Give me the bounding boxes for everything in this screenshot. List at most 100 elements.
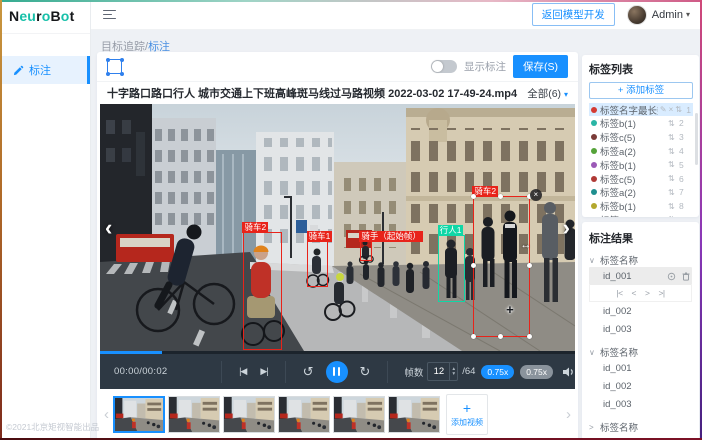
result-group-header[interactable]: > 标签名称 [589,420,692,434]
trash-icon[interactable] [682,272,690,281]
app-logo: NeuroBot [0,0,90,34]
add-tag-button[interactable]: + 添加标签 [589,82,693,99]
annotation-box[interactable]: 骑车2 [243,232,282,351]
add-video-label: 添加视频 [451,417,483,428]
resize-handle[interactable] [527,334,532,339]
delete-annotation-button[interactable]: × [530,189,542,201]
step-down-icon[interactable]: ▾ [450,372,457,377]
result-group-header[interactable]: ∨ 标签名称 [589,345,692,359]
tag-row[interactable]: 标签c(5) ⇅ 9 [589,213,693,217]
thumbs-scroll-left[interactable]: ‹ [100,406,113,423]
video-thumbnail[interactable] [278,396,330,433]
tag-row[interactable]: 标签c(5) ⇅ 6 [589,172,693,185]
collapse-menu-icon[interactable] [103,7,116,21]
frame-number-input[interactable]: 12 ▴▾ [427,362,458,381]
annotation-box[interactable]: 骑车1 [307,241,327,287]
sort-icon[interactable]: ⇅ [668,215,675,217]
sidebar-item-label: 标注 [29,62,51,78]
next-frame-button[interactable]: ▶| [260,366,267,377]
video-thumbnail-selected[interactable] [113,396,165,433]
logo-part: t [70,8,75,24]
user-name[interactable]: Admin [652,9,683,21]
result-group-header[interactable]: ∨ 标签名称 [589,253,692,267]
rewind-button[interactable]: ↺ [303,364,314,380]
show-annotations-toggle[interactable] [431,60,457,73]
back-to-model-dev-button[interactable]: 返回模型开发 [532,3,615,26]
annotation-box[interactable]: 行人1 [438,235,465,302]
resize-handle[interactable] [471,334,476,339]
sort-icon[interactable]: ⇅ [675,105,682,114]
edit-icon[interactable]: ✎ [660,105,667,114]
pager-last[interactable]: >| [658,288,664,298]
next-video-arrow[interactable]: › [563,218,570,238]
tag-shortcut: 6 [678,174,684,184]
result-item-id: id_001 [603,363,632,374]
result-group-label: 标签名称 [600,345,638,359]
resize-handle[interactable] [471,194,476,199]
sort-icon[interactable]: ⇅ [668,174,675,183]
result-item-selected[interactable]: id_001 [589,267,692,285]
speed-button-active[interactable]: 0.75x [481,365,514,379]
sort-icon[interactable]: ⇅ [668,160,675,169]
bbox-tool-icon[interactable] [107,59,122,74]
annotation-box-selected[interactable]: 骑车2 × [473,196,530,337]
result-item[interactable]: id_003 [589,395,692,413]
sort-icon[interactable]: ⇅ [668,119,675,128]
tag-color-dot [591,176,597,182]
sidebar-item-annotate[interactable]: 标注 [0,56,90,84]
add-video-button[interactable]: + 添加视频 [446,394,488,435]
video-thumbnail[interactable] [388,396,440,433]
pause-button[interactable] [326,361,348,383]
sidebar: NeuroBot 标注 ©2021北京矩视智能出品 [0,0,91,440]
thumbs-scroll-right[interactable]: › [562,406,575,423]
frame-stepper[interactable]: ▴▾ [449,363,457,380]
locate-icon[interactable] [667,272,676,281]
pager-next[interactable]: > [645,288,649,298]
avatar[interactable] [627,5,647,25]
speed-button[interactable]: 0.75x [520,365,553,379]
sort-icon[interactable]: ⇅ [668,202,675,211]
thumbnail-strip: ‹ + 添加视频 › [100,389,575,440]
result-item[interactable]: id_002 [589,377,692,395]
resize-handle[interactable] [498,194,503,199]
tag-row[interactable]: 标签b(1) ⇅ 5 [589,158,693,171]
pager-prev[interactable]: < [632,288,636,298]
tag-row[interactable]: 标签a(2) ⇅ 4 [589,144,693,157]
frame-count-label: 帧数 [404,365,423,379]
tag-row[interactable]: 标签b(1) ⇅ 8 [589,199,693,212]
prev-video-arrow[interactable]: ‹ [105,218,112,238]
annotation-box[interactable]: 骑手（起始帧） [360,241,372,261]
tag-name: 标签a(2) [600,185,666,199]
tag-shortcut: 7 [678,187,684,197]
video-thumbnail[interactable] [168,396,220,433]
sort-icon[interactable]: ⇅ [668,188,675,197]
video-thumbnail[interactable] [223,396,275,433]
result-item[interactable]: id_002 [589,302,692,320]
result-item-id: id_002 [603,381,632,392]
result-item[interactable]: id_001 [589,359,692,377]
pager-first[interactable]: |< [616,288,622,298]
video-title-row: 十字路口路口行人 城市交通上下班高峰斑马线过马路视频 2022-03-02 17… [97,82,578,104]
sort-icon[interactable]: ⇅ [668,147,675,156]
tag-row[interactable]: 标签名字最长数... ✎ × ⇅ 1 [589,103,693,116]
prev-frame-button[interactable]: |◀ [239,366,246,377]
tag-row[interactable]: 标签b(1) ⇅ 2 [589,117,693,130]
volume-icon[interactable] [562,366,575,378]
sort-icon[interactable]: ⇅ [668,133,675,142]
video-thumbnail[interactable] [333,396,385,433]
pen-icon [13,65,24,76]
save-button[interactable]: 保存(S) [513,55,568,78]
annotation-label: 骑车1 [307,231,333,242]
forward-button[interactable]: ↻ [360,364,371,380]
video-canvas[interactable]: 骑车2 骑车1 骑手（起始帧） 行人1 骑车2 × ‹ › + ↔ [100,104,575,351]
frame-number-value[interactable]: 12 [428,366,449,377]
tag-row[interactable]: 标签a(2) ⇅ 7 [589,186,693,199]
delete-icon[interactable]: × [669,105,674,114]
result-group-label: 标签名称 [600,253,638,267]
video-filter-dropdown[interactable]: 全部(6) ▾ [527,86,568,101]
logo-part: N [9,8,19,24]
tag-row[interactable]: 标签c(5) ⇅ 3 [589,131,693,144]
result-item[interactable]: id_003 [589,320,692,338]
resize-handle[interactable] [471,263,476,268]
scrollbar[interactable] [695,113,698,165]
